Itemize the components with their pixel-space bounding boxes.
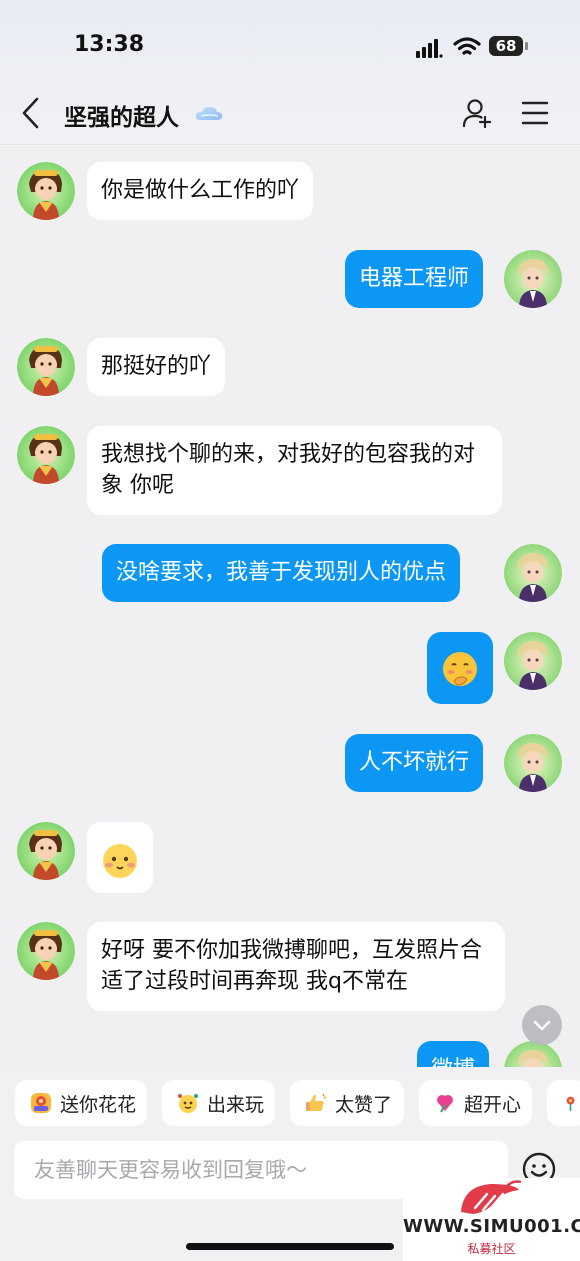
add-friend-icon[interactable] xyxy=(461,97,493,129)
watermark-logo-icon xyxy=(461,1180,522,1214)
quick-reply-label: 太赞了 xyxy=(335,1093,393,1116)
battery-cap xyxy=(525,42,528,50)
chevron-down-icon xyxy=(533,1020,551,1031)
quick-reply-chip[interactable]: 太赞了 xyxy=(290,1080,404,1126)
battery-indicator: 68 xyxy=(489,36,523,56)
message-text: 人不坏就行 xyxy=(359,750,470,775)
message-bubble[interactable]: 你是做什么工作的吖 xyxy=(87,162,314,220)
message-text: 我想找个聊的来，对我好的包容我的对象 你呢 xyxy=(101,442,476,498)
message-text: 没啥要求，我善于发现别人的优点 xyxy=(116,560,447,585)
quick-reply-chip-partial[interactable] xyxy=(547,1080,580,1126)
contact-avatar[interactable] xyxy=(17,338,75,396)
girl-avatar-icon xyxy=(17,162,75,220)
message-text: 那挺好的吖 xyxy=(101,354,212,379)
sticker-bubble[interactable] xyxy=(427,632,493,704)
status-time: 13:38 xyxy=(74,32,145,57)
contact-avatar[interactable] xyxy=(17,822,75,880)
status-bar: 13:38 68 xyxy=(0,0,580,80)
quick-reply-chip[interactable]: 出来玩 xyxy=(162,1080,275,1126)
boy-avatar-icon xyxy=(504,734,562,792)
cellular-signal-icon xyxy=(416,39,443,58)
shy-face-emoji-icon xyxy=(443,652,477,686)
message-bubble[interactable]: 那挺好的吖 xyxy=(87,338,226,396)
boy-avatar-icon xyxy=(504,250,562,308)
girl-avatar-icon xyxy=(17,922,75,980)
message-text: 电器工程师 xyxy=(359,266,470,291)
quick-reply-label: 出来玩 xyxy=(207,1093,265,1116)
thumbs-up-icon xyxy=(306,1093,327,1111)
sticker-bubble[interactable] xyxy=(87,822,153,893)
party-face-icon xyxy=(178,1094,198,1113)
message-bubble[interactable]: 人不坏就行 xyxy=(345,734,484,792)
contact-avatar[interactable] xyxy=(17,162,75,220)
wifi-icon xyxy=(453,37,481,55)
message-bubble[interactable]: 微博 xyxy=(417,1041,490,1067)
back-arrow-icon[interactable] xyxy=(18,96,44,130)
quick-reply-bar[interactable]: 送你花花 出来玩 太赞了 超开心 xyxy=(0,1067,580,1139)
watermark-url: WWW.SIMU001.CN xyxy=(403,1216,580,1237)
girl-avatar-icon xyxy=(17,338,75,396)
message-bubble[interactable]: 我想找个聊的来，对我好的包容我的对象 你呢 xyxy=(87,426,502,515)
scroll-to-bottom-button[interactable] xyxy=(522,1005,562,1045)
quick-reply-chip[interactable]: 送你花花 xyxy=(15,1080,147,1126)
quick-reply-label: 超开心 xyxy=(464,1093,522,1116)
quick-reply-label: 送你花花 xyxy=(60,1093,137,1116)
self-avatar[interactable] xyxy=(504,632,562,690)
contact-avatar[interactable] xyxy=(17,426,75,484)
chat-header: 坚强的超人 xyxy=(0,80,580,145)
contact-avatar[interactable] xyxy=(17,922,75,980)
message-text: 你是做什么工作的吖 xyxy=(101,178,300,203)
self-avatar[interactable] xyxy=(504,544,562,602)
watermark: WWW.SIMU001.CN 私募社区 xyxy=(403,1178,580,1261)
blushing-face-emoji-icon xyxy=(103,844,137,878)
boy-avatar-icon xyxy=(504,544,562,602)
message-text: 微博 xyxy=(431,1057,475,1067)
home-indicator xyxy=(186,1243,394,1250)
message-list[interactable]: 你是做什么工作的吖 电器工程师 那挺好的吖 我想找个聊的来，对我好的包容我的对象… xyxy=(0,145,580,1067)
flower-icon xyxy=(566,1096,575,1111)
message-text: 好呀 要不你加我微搏聊吧，互发照片合适了过段时间再奔现 我q不常在 xyxy=(101,938,482,994)
message-bubble[interactable]: 电器工程师 xyxy=(345,250,484,308)
boy-avatar-icon xyxy=(504,632,562,690)
message-bubble[interactable]: 没啥要求，我善于发现别人的优点 xyxy=(102,544,461,602)
self-avatar[interactable] xyxy=(504,250,562,308)
menu-icon[interactable] xyxy=(521,100,549,126)
girl-avatar-icon xyxy=(17,426,75,484)
flower-gift-icon xyxy=(31,1093,51,1113)
watermark-subtitle: 私募社区 xyxy=(467,1242,516,1256)
heart-flower-icon xyxy=(437,1095,453,1113)
girl-avatar-icon xyxy=(17,822,75,880)
contact-name[interactable]: 坚强的超人 xyxy=(64,98,179,132)
battery-level: 68 xyxy=(495,37,517,55)
quick-reply-chip[interactable]: 超开心 xyxy=(419,1080,532,1126)
self-avatar[interactable] xyxy=(504,734,562,792)
cloud-icon xyxy=(195,106,223,120)
message-bubble[interactable]: 好呀 要不你加我微搏聊吧，互发照片合适了过段时间再奔现 我q不常在 xyxy=(87,922,505,1011)
